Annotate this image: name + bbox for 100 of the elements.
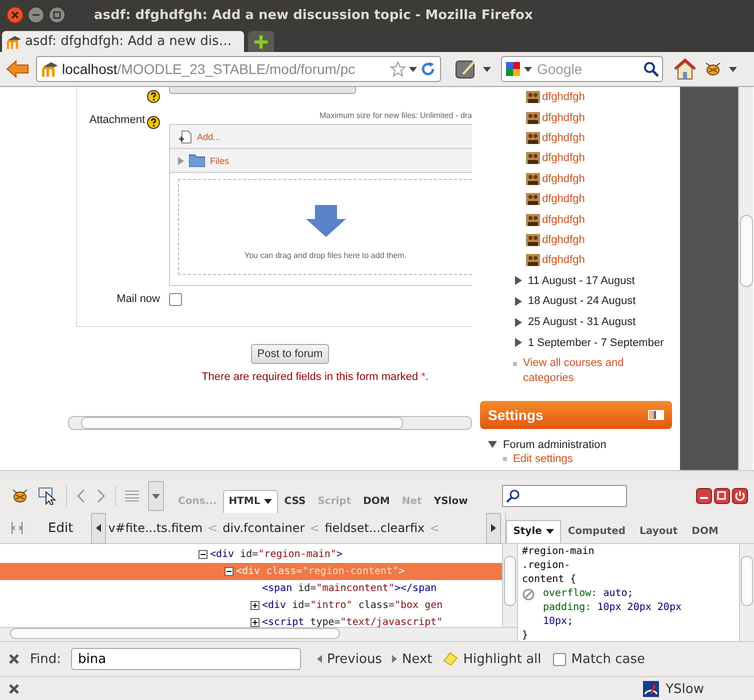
vertical-scrollbar[interactable]	[738, 87, 753, 470]
code-line[interactable]: <span id="maincontent"></span	[0, 580, 502, 597]
horizontal-scrollbar[interactable]	[0, 627, 517, 641]
yslow-status[interactable]: YSlow	[666, 682, 704, 696]
dock-icon[interactable]	[648, 410, 664, 420]
highlight-all-button[interactable]: Highlight all	[442, 652, 542, 666]
down-arrow-icon	[306, 204, 346, 236]
minimize-icon[interactable]	[27, 6, 45, 24]
breadcrumb-item[interactable]: fieldset...clearfix	[324, 521, 425, 535]
expand-icon[interactable]	[248, 618, 262, 627]
find-field[interactable]: bina	[71, 648, 302, 670]
star-icon[interactable]	[390, 61, 406, 77]
reload-icon[interactable]	[420, 61, 436, 77]
home-icon[interactable]	[673, 58, 697, 80]
settings-item[interactable]: Forum administration	[503, 438, 606, 451]
code-line[interactable]: <script type="text/javascript"	[0, 614, 502, 627]
people-icon	[526, 232, 540, 247]
bug-icon[interactable]	[10, 487, 30, 505]
horizontal-scrollbar[interactable]	[68, 416, 472, 430]
people-icon	[526, 151, 540, 166]
side-panel-tab[interactable]: Style	[506, 520, 561, 543]
maximize-icon[interactable]	[48, 6, 66, 24]
week-item[interactable]: 25 August - 31 August	[528, 316, 636, 328]
back-arrow-icon[interactable]	[6, 59, 30, 79]
help-icon[interactable]	[147, 90, 160, 103]
caret-icon[interactable]	[524, 66, 532, 72]
split-view-icon[interactable]	[10, 521, 24, 535]
scroll-right-button[interactable]	[486, 512, 502, 544]
panel-tab[interactable]: HTML	[222, 490, 278, 513]
expand-arrow-icon[interactable]	[515, 276, 522, 286]
dropdown-button[interactable]	[148, 481, 164, 511]
browser-tab[interactable]: asdf: dfghdfgh: Add a new dis…	[2, 31, 244, 52]
next-button[interactable]: Next	[392, 652, 432, 666]
expand-arrow-icon[interactable]	[515, 338, 522, 348]
new-tab-button[interactable]	[248, 31, 274, 52]
drop-zone[interactable]: You can drag and drop files here to add them.	[178, 179, 472, 275]
forum-link[interactable]: dfghdfgh	[542, 234, 585, 246]
code-line[interactable]: <div id="region-main">	[0, 546, 502, 563]
week-item[interactable]: 18 August - 24 August	[528, 295, 636, 308]
panel-tab[interactable]: YSlow	[428, 490, 474, 513]
help-icon[interactable]	[147, 116, 160, 129]
side-panel-tab[interactable]: Layout	[632, 520, 685, 543]
previous-button[interactable]: Previous	[317, 652, 382, 666]
css-property[interactable]: padding: 10px 20px 20px 10px;	[543, 601, 713, 629]
minimize-icon[interactable]	[696, 488, 712, 504]
panel-tab[interactable]: CSS	[278, 490, 312, 513]
collapse-icon[interactable]	[222, 567, 236, 576]
close-icon[interactable]	[8, 653, 20, 665]
match-case-label[interactable]: Match case	[571, 652, 645, 666]
add-link[interactable]: Add...	[197, 132, 221, 142]
forum-link[interactable]: dfghdfgh	[542, 112, 585, 124]
expand-arrow-icon[interactable]	[515, 318, 522, 326]
caret-icon[interactable]	[483, 66, 491, 72]
window-title: asdf: dfghdfgh: Add a new discussion topic - Mozilla Firefox	[94, 8, 533, 22]
week-item[interactable]: 1 September - 7 September	[528, 336, 664, 349]
bug-icon[interactable]	[703, 60, 723, 78]
caret-icon[interactable]	[546, 529, 554, 534]
forum-link[interactable]: dfghdfgh	[542, 254, 585, 266]
script-editor-icon[interactable]	[455, 58, 477, 80]
expand-arrow-icon[interactable]	[515, 296, 522, 306]
breadcrumb-item[interactable]: v#fite...ts.fitem	[108, 521, 203, 535]
expand-icon[interactable]	[248, 601, 262, 610]
gauge-icon[interactable]	[642, 680, 660, 698]
collapse-icon[interactable]	[196, 550, 210, 559]
side-panel-tab[interactable]: Computed	[560, 520, 633, 543]
week-item[interactable]: 11 August - 17 August	[528, 274, 635, 287]
collapse-arrow-icon[interactable]	[488, 441, 497, 448]
search-field[interactable]: Google	[501, 56, 663, 82]
close-icon[interactable]	[8, 683, 20, 695]
breadcrumb-item[interactable]: div.fcontainer	[222, 521, 305, 535]
panel-tab[interactable]: DOM	[357, 490, 396, 513]
view-all-link[interactable]: View all courses and categories	[523, 356, 653, 386]
forum-link[interactable]: dfghdfgh	[542, 91, 585, 104]
dropdown-field[interactable]	[169, 87, 356, 94]
power-icon[interactable]	[732, 488, 748, 504]
forum-link[interactable]: dfghdfgh	[542, 172, 585, 185]
edit-button[interactable]: Edit	[34, 520, 92, 536]
side-panel-tab[interactable]: DOM	[684, 520, 726, 543]
scroll-left-button[interactable]	[91, 512, 106, 544]
folder-link[interactable]: Files	[210, 156, 230, 166]
address-field[interactable]: localhost/MOODLE_23_STABLE/mod/forum/pc	[36, 56, 441, 82]
vertical-scrollbar[interactable]	[502, 544, 517, 627]
checkbox[interactable]	[169, 293, 182, 306]
inspect-pointer-icon[interactable]	[38, 487, 58, 505]
search-field[interactable]	[502, 485, 627, 507]
caret-icon[interactable]	[729, 66, 737, 72]
forum-link[interactable]: dfghdfgh	[542, 193, 585, 206]
forum-link[interactable]: dfghdfgh	[542, 214, 585, 226]
detach-icon[interactable]	[714, 488, 730, 504]
checkbox[interactable]	[553, 652, 566, 666]
post-button[interactable]: Post to forum	[251, 344, 329, 364]
vertical-scrollbar[interactable]	[739, 544, 754, 641]
code-line[interactable]: <div id="intro" class="box gen	[0, 597, 502, 614]
forum-link[interactable]: dfghdfgh	[542, 152, 585, 164]
caret-icon[interactable]	[409, 66, 417, 72]
search-icon[interactable]	[643, 61, 659, 77]
caret-icon[interactable]	[264, 499, 272, 504]
forum-link[interactable]: dfghdfgh	[542, 132, 585, 144]
edit-settings-link[interactable]: Edit settings	[513, 452, 573, 465]
close-icon[interactable]	[6, 6, 24, 24]
